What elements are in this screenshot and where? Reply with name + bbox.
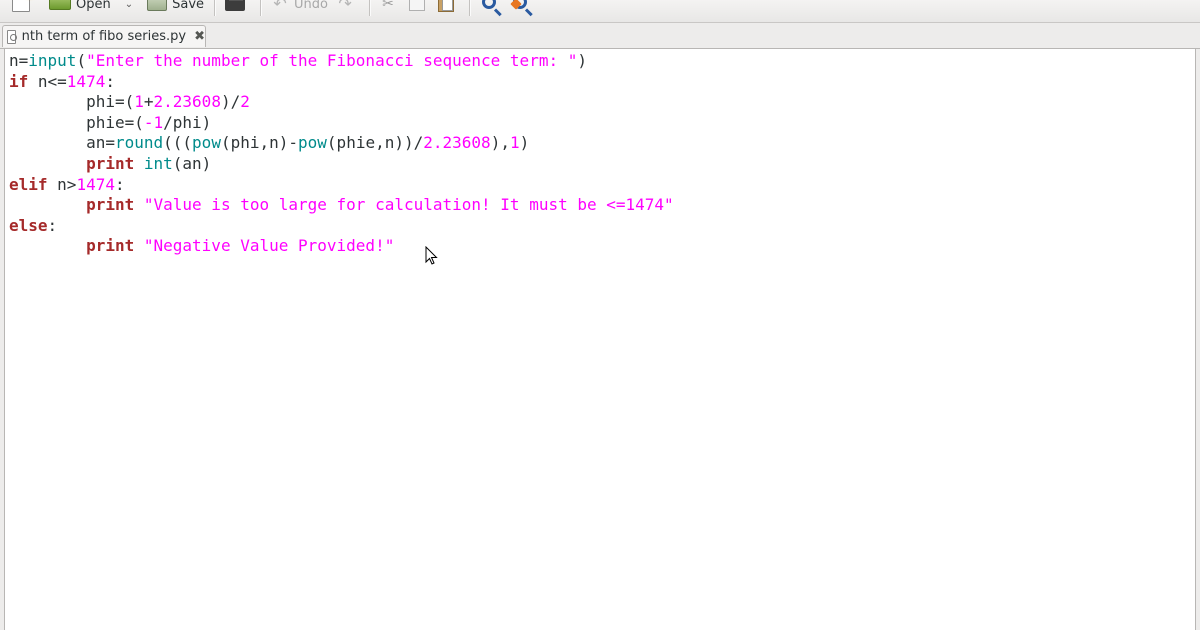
undo-button[interactable]: ↶ Undo bbox=[267, 0, 332, 13]
code-token: (phi,n)- bbox=[220, 133, 299, 153]
code-token: 1 bbox=[134, 92, 144, 112]
copy-icon bbox=[409, 0, 426, 11]
cut-button[interactable]: ✂ bbox=[376, 0, 405, 13]
tab-bar: nth term of fibo series.py ✖ bbox=[0, 23, 1200, 49]
copy-button[interactable] bbox=[405, 0, 434, 13]
open-label: Open bbox=[76, 0, 111, 12]
tab-document[interactable]: nth term of fibo series.py ✖ bbox=[2, 25, 206, 47]
code-line[interactable]: else: bbox=[9, 216, 674, 237]
code-token: "Negative Value Provided!" bbox=[143, 236, 395, 256]
new-document-icon bbox=[12, 0, 30, 12]
python-file-icon bbox=[7, 29, 17, 44]
code-line[interactable]: n=input("Enter the number of the Fibonac… bbox=[9, 51, 674, 72]
redo-button[interactable]: ↷ bbox=[332, 0, 363, 13]
print-icon bbox=[225, 0, 246, 11]
code-token: : bbox=[47, 215, 58, 235]
code-token: : bbox=[114, 174, 125, 194]
toolbar-separator bbox=[214, 0, 216, 16]
code-line[interactable]: print "Value is too large for calculatio… bbox=[9, 195, 674, 216]
code-token: ), bbox=[490, 133, 510, 153]
code-token: /phi) bbox=[163, 112, 212, 132]
code-token: print bbox=[86, 236, 135, 256]
code-token: 1474 bbox=[76, 174, 115, 194]
open-button[interactable]: Open bbox=[45, 0, 115, 13]
code-line[interactable]: if n<=1474: bbox=[9, 72, 674, 93]
code-token: print bbox=[86, 153, 135, 173]
code-token: ( bbox=[76, 51, 87, 70]
code-token: n= bbox=[9, 51, 29, 70]
open-recent-dropdown[interactable]: ⌄ bbox=[115, 0, 137, 13]
editor-window: Open ⌄ Save ↶ Undo ↷ ✂ nth term of fibo … bbox=[0, 0, 1200, 630]
code-token: phi=( bbox=[9, 92, 135, 112]
toolbar: Open ⌄ Save ↶ Undo ↷ ✂ bbox=[0, 0, 1200, 23]
save-label: Save bbox=[172, 0, 205, 12]
find-replace-button[interactable] bbox=[509, 0, 536, 13]
code-token: 1474 bbox=[66, 71, 106, 91]
code-token: elif bbox=[9, 174, 48, 194]
open-folder-icon bbox=[49, 0, 71, 10]
code-line[interactable]: print int(an) bbox=[9, 154, 674, 175]
print-button[interactable] bbox=[221, 0, 254, 13]
code-token: (phie,n))/ bbox=[326, 133, 424, 153]
tab-filename: nth term of fibo series.py bbox=[21, 29, 187, 44]
code-token: ) bbox=[519, 133, 530, 153]
find-replace-icon bbox=[513, 0, 528, 9]
code-editor[interactable]: n=input("Enter the number of the Fibonac… bbox=[4, 49, 1196, 630]
code-token: if bbox=[9, 71, 29, 91]
code-line[interactable]: elif n>1474: bbox=[9, 175, 674, 196]
toolbar-separator bbox=[369, 0, 371, 16]
code-token: : bbox=[105, 71, 115, 91]
find-icon bbox=[482, 0, 497, 9]
code-token: + bbox=[143, 92, 154, 112]
redo-icon: ↷ bbox=[338, 0, 352, 13]
new-button[interactable] bbox=[0, 0, 39, 13]
code-token: 2.23608 bbox=[153, 92, 221, 112]
code-line[interactable]: an=round(((pow(phi,n)-pow(phie,n))/2.236… bbox=[9, 133, 674, 154]
code-line[interactable]: phi=(1+2.23608)/2 bbox=[9, 92, 674, 113]
code-token: print bbox=[86, 195, 135, 215]
code-line[interactable]: phie=(-1/phi) bbox=[9, 113, 674, 134]
toolbar-separator bbox=[260, 0, 262, 16]
code-token: )/ bbox=[220, 92, 241, 112]
code-token: -1 bbox=[143, 112, 164, 132]
find-button[interactable] bbox=[478, 0, 505, 13]
code-token: pow bbox=[192, 133, 221, 153]
undo-label: Undo bbox=[294, 0, 329, 12]
code-token: 2 bbox=[240, 92, 250, 112]
undo-icon: ↶ bbox=[273, 0, 287, 13]
code-token: (an) bbox=[172, 153, 212, 173]
mouse-pointer-icon bbox=[425, 246, 438, 265]
cut-icon: ✂ bbox=[382, 0, 394, 12]
code-token: input bbox=[28, 51, 77, 70]
code-token: "Value is too large for calculation! It … bbox=[143, 195, 674, 215]
code-token: n<= bbox=[28, 71, 67, 91]
code-text[interactable]: n=input("Enter the number of the Fibonac… bbox=[9, 51, 674, 257]
code-line[interactable]: print "Negative Value Provided!" bbox=[9, 236, 674, 257]
code-token: phie=( bbox=[9, 112, 144, 132]
paste-button[interactable] bbox=[434, 0, 463, 13]
code-token: "Enter the number of the Fibonacci seque… bbox=[86, 51, 578, 70]
paste-icon bbox=[438, 0, 455, 12]
code-token: round bbox=[114, 133, 164, 153]
code-token: else bbox=[9, 215, 48, 235]
code-token: an= bbox=[9, 133, 115, 153]
chevron-down-icon: ⌄ bbox=[124, 0, 134, 10]
code-token: 1 bbox=[509, 133, 520, 153]
save-icon bbox=[147, 0, 168, 11]
toolbar-separator bbox=[469, 0, 471, 16]
close-icon[interactable]: ✖ bbox=[194, 29, 205, 44]
code-token: int bbox=[143, 153, 173, 173]
code-token: n> bbox=[47, 174, 77, 194]
code-token: ) bbox=[577, 51, 587, 70]
code-token: pow bbox=[298, 133, 327, 153]
code-token: ((( bbox=[163, 133, 193, 153]
save-button[interactable]: Save bbox=[143, 0, 208, 13]
code-token: 2.23608 bbox=[423, 133, 491, 153]
